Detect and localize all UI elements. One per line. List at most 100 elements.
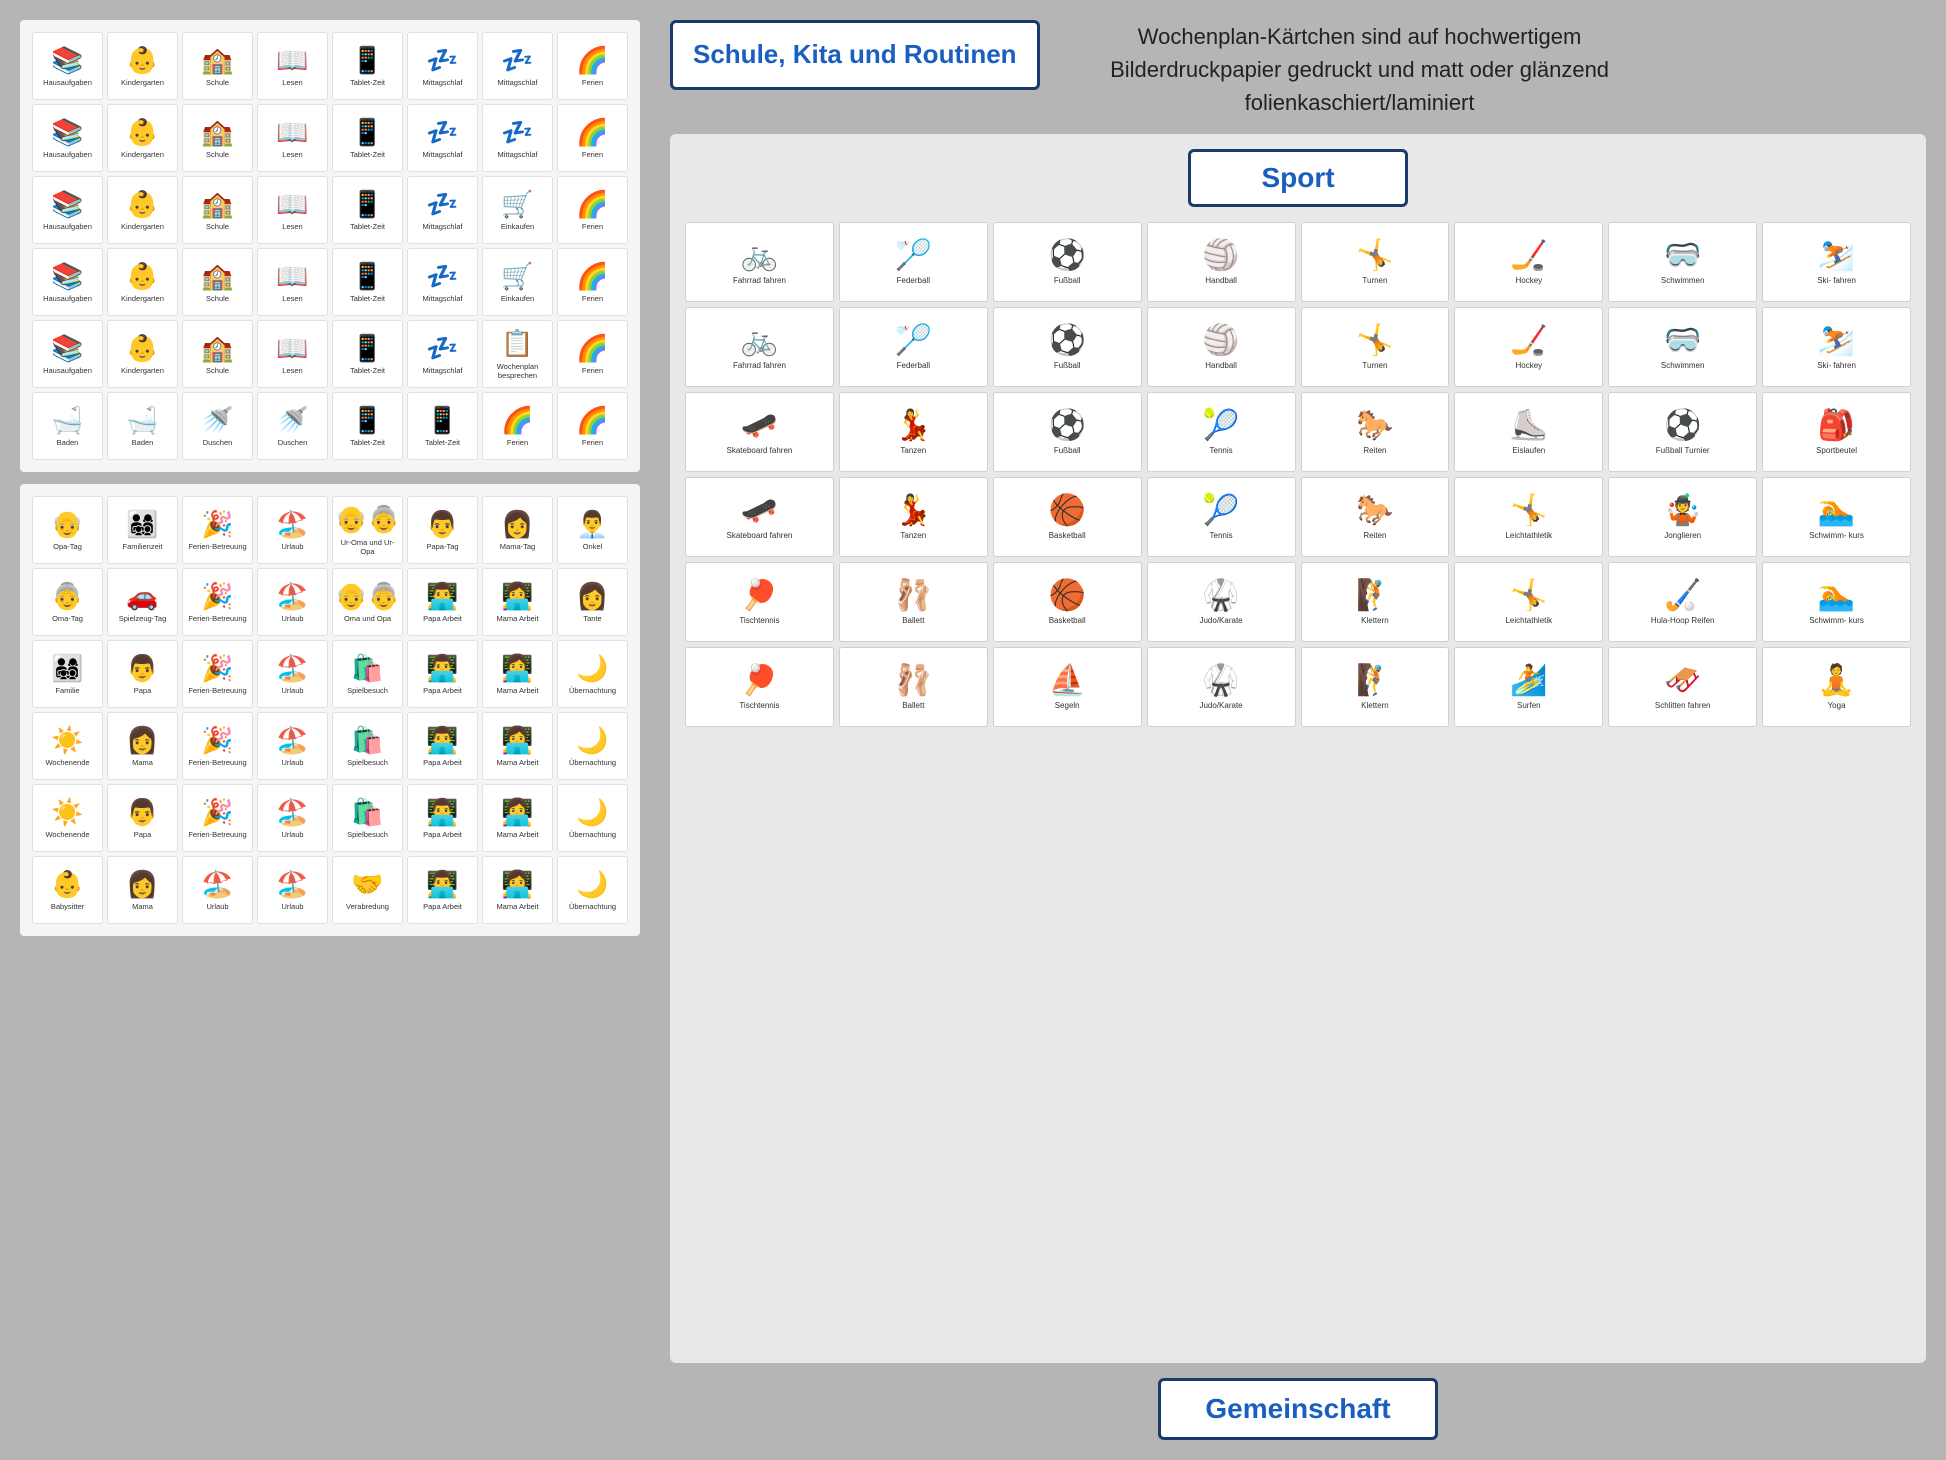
icon-card: 👩‍💻Mama Arbeit (482, 856, 553, 924)
icon-label: Spielbesuch (347, 686, 388, 695)
icon-label: Hausaufgaben (43, 150, 92, 159)
icon-card: 👩Tante (557, 568, 628, 636)
icon-label: Tablet-Zeit (350, 438, 385, 447)
icon-emoji: 🎉 (201, 653, 233, 684)
icon-label: Hula-Hoop Reifen (1651, 616, 1715, 626)
icon-card: 👵Oma-Tag (32, 568, 103, 636)
icon-card: 🤸Turnen (1301, 307, 1450, 387)
icon-card: 📋Wochenplan besprechen (482, 320, 553, 388)
icon-label: Ballett (902, 616, 924, 626)
icon-emoji: 👨‍💻 (426, 581, 458, 612)
icon-card: 🏖️Urlaub (182, 856, 253, 924)
icon-label: Ferien (582, 366, 603, 375)
icon-emoji: 🎉 (201, 797, 233, 828)
icon-emoji: 🌈 (576, 333, 608, 364)
icon-emoji: 🌈 (576, 45, 608, 76)
icon-emoji: 📱 (351, 189, 383, 220)
icon-label: Reiten (1363, 446, 1386, 456)
icon-card: 🌙Übernachtung (557, 712, 628, 780)
icon-emoji: 🏀 (1049, 493, 1086, 529)
icon-card: 👨Papa-Tag (407, 496, 478, 564)
icon-label: Mittagschlaf (497, 150, 537, 159)
icon-label: Tablet-Zeit (350, 150, 385, 159)
icon-emoji: 👩‍💻 (501, 725, 533, 756)
icon-label: Urlaub (206, 902, 228, 911)
icon-label: Skateboard fahren (727, 446, 793, 456)
icon-card: 🚲Fahrrad fahren (685, 307, 834, 387)
icon-emoji: 💤 (426, 333, 458, 364)
icon-card: ☀️Wochenende (32, 712, 103, 780)
icon-card: 👴👵Oma und Opa (332, 568, 403, 636)
icon-emoji: ☀️ (51, 797, 83, 828)
icon-card: 🏸Federball (839, 307, 988, 387)
icon-card: 🏫Schule (182, 248, 253, 316)
icon-card: 🏀Basketball (993, 477, 1142, 557)
icon-emoji: 💤 (426, 45, 458, 76)
bottom-card: 👴Opa-Tag👨‍👩‍👧‍👦Familienzeit🎉Ferien-Betre… (20, 484, 640, 936)
icon-emoji: 👨 (126, 797, 158, 828)
icon-emoji: 🛁 (126, 405, 158, 436)
icon-card: 👩‍💻Mama Arbeit (482, 712, 553, 780)
icon-label: Mittagschlaf (422, 366, 462, 375)
icon-card: ⚽Fußball Turnier (1608, 392, 1757, 472)
icon-label: Klettern (1361, 701, 1389, 711)
icon-card: 💤 Mittagschlaf (407, 320, 478, 388)
icon-emoji: 📚 (51, 261, 83, 292)
icon-emoji: 🏖️ (276, 653, 308, 684)
icon-label: Einkaufen (501, 222, 534, 231)
icon-label: Wochenende (45, 830, 89, 839)
icon-label: Kindergarten (121, 222, 164, 231)
icon-label: Verabredung (346, 902, 389, 911)
icon-emoji: 👨‍👩‍👧‍👦 (51, 653, 83, 684)
icon-card: 🐎Reiten (1301, 392, 1450, 472)
icon-label: Federball (897, 276, 930, 286)
icon-emoji: 🏫 (201, 333, 233, 364)
icon-label: Familie (55, 686, 79, 695)
icon-card: 👶Kindergarten (107, 176, 178, 244)
icon-label: Fußball (1054, 361, 1081, 371)
icon-label: Schule (206, 150, 229, 159)
icon-card: 🛍️Spielbesuch (332, 784, 403, 852)
icon-emoji: 👨 (426, 509, 458, 540)
icon-emoji: 📚 (51, 45, 83, 76)
icon-label: Klettern (1361, 616, 1389, 626)
icon-label: Urlaub (281, 758, 303, 767)
icon-label: Kindergarten (121, 294, 164, 303)
gemeinschaft-text: Gemeinschaft (1205, 1393, 1390, 1425)
icon-label: Hausaufgaben (43, 222, 92, 231)
icon-card: 🤸Leichtathletik (1454, 477, 1603, 557)
icon-label: Spielbesuch (347, 758, 388, 767)
icon-card: 🚲Fahrrad fahren (685, 222, 834, 302)
icon-emoji: ⛸️ (1510, 408, 1547, 444)
icon-emoji: 🌈 (576, 117, 608, 148)
icon-label: Fußball (1054, 446, 1081, 456)
icon-card: 🎉Ferien-Betreuung (182, 568, 253, 636)
icon-label: Babysitter (51, 902, 84, 911)
icon-card: 🥽Schwimmen (1608, 222, 1757, 302)
icon-emoji: 🛒 (501, 189, 533, 220)
icon-card: 🏊Schwimm- kurs (1762, 562, 1911, 642)
icon-label: Yoga (1828, 701, 1846, 711)
icon-emoji: 🏖️ (276, 509, 308, 540)
icon-emoji: 👨‍💼 (576, 509, 608, 540)
icon-label: Ferien-Betreuung (188, 830, 246, 839)
icon-card: 🏖️Urlaub (257, 856, 328, 924)
icon-emoji: 👴👵 (335, 504, 400, 535)
icon-label: Hausaufgaben (43, 366, 92, 375)
icon-emoji: 💤 (426, 189, 458, 220)
icon-card: 🩰Ballett (839, 562, 988, 642)
description-text: Wochenplan-Kärtchen sind auf hochwertige… (1060, 20, 1660, 119)
icon-card: ⛷️Ski- fahren (1762, 307, 1911, 387)
icon-emoji: 🏑 (1664, 578, 1701, 614)
icon-label: Mama Arbeit (496, 830, 538, 839)
icon-card: 💤Mittagschlaf (407, 104, 478, 172)
icon-card: 🏓Tischtennis (685, 562, 834, 642)
icon-emoji: 📱 (351, 261, 383, 292)
icon-emoji: ⛵ (1049, 663, 1086, 699)
icon-emoji: 🌙 (576, 653, 608, 684)
icon-label: Mittagschlaf (422, 78, 462, 87)
icon-label: Einkaufen (501, 294, 534, 303)
icon-label: Kindergarten (121, 366, 164, 375)
sport-badge-text: Sport (1261, 162, 1334, 194)
icon-card: 👨Papa (107, 784, 178, 852)
